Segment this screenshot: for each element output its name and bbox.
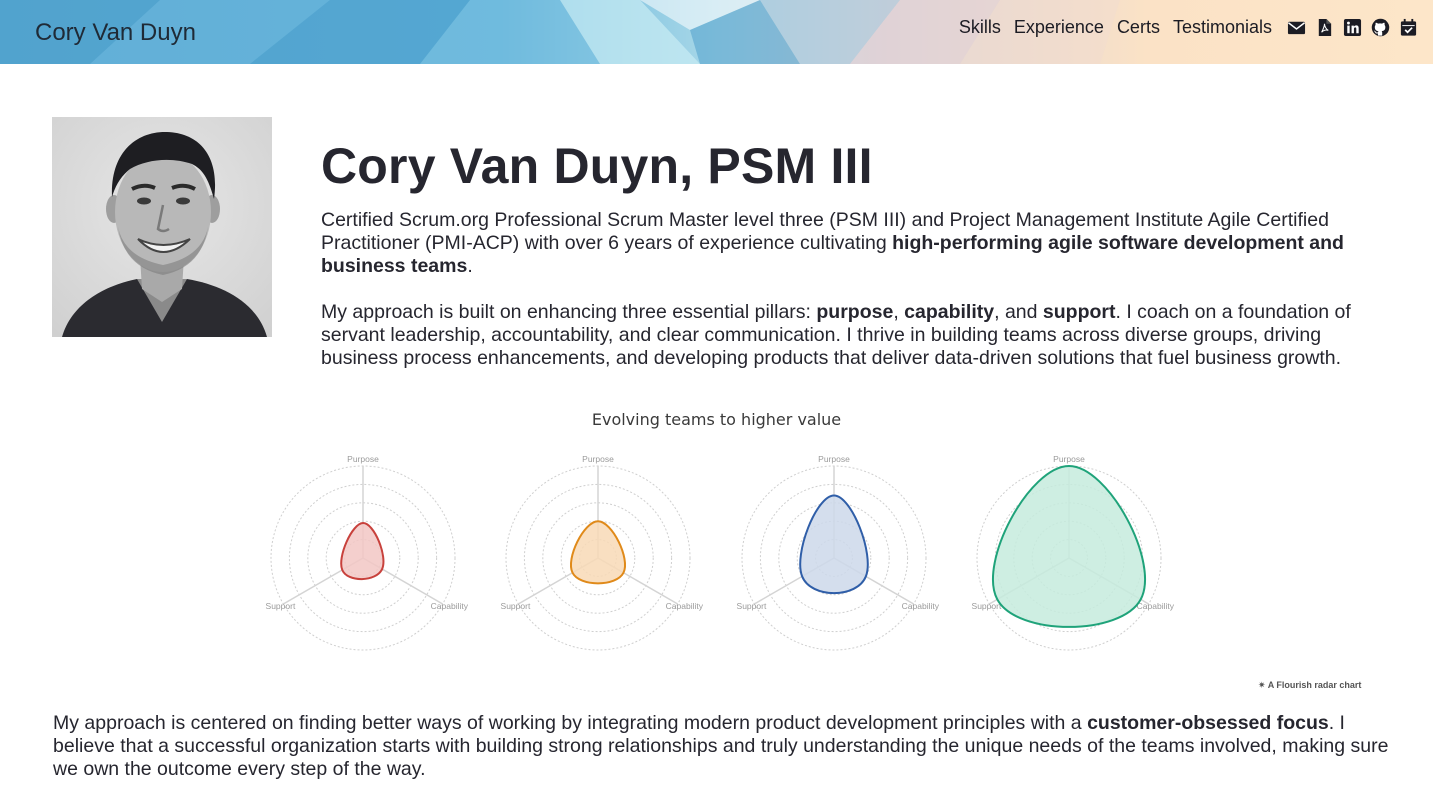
- radar-axis-label: Purpose: [582, 454, 614, 464]
- radar-axis-label: Support: [501, 601, 531, 611]
- github-icon[interactable]: [1371, 18, 1390, 37]
- envelope-icon[interactable]: [1287, 18, 1306, 37]
- nav-menu: Skills Experience Certs Testimonials: [946, 17, 1418, 38]
- radar-axis-label: Purpose: [818, 454, 850, 464]
- nav-link-skills[interactable]: Skills: [959, 17, 1001, 38]
- radar-axis-label: Capability: [902, 601, 940, 611]
- radar-series-shape: [991, 464, 1147, 628]
- brand-link[interactable]: Cory Van Duyn: [35, 19, 196, 47]
- intro-paragraph-1: Certified Scrum.org Professional Scrum M…: [321, 209, 1344, 277]
- radar-axis-label: Purpose: [1053, 454, 1085, 464]
- pdf-file-icon[interactable]: [1315, 18, 1334, 37]
- profile-photo: [52, 117, 272, 337]
- chart-title: Evolving teams to higher value: [591, 410, 842, 429]
- nav-link-experience[interactable]: Experience: [1014, 17, 1104, 38]
- radar-axis-label: Capability: [666, 601, 704, 611]
- approach-text: My approach is centered on finding bette…: [53, 712, 1389, 780]
- radar-chart: Purpose Capability Support Purpose Capabilit…: [266, 454, 1175, 651]
- radar-axis-label: Purpose: [347, 454, 379, 464]
- page-title: Cory Van Duyn, PSM III: [321, 138, 873, 194]
- radar-axis-label: Support: [266, 601, 296, 611]
- calendar-check-icon[interactable]: [1399, 18, 1418, 37]
- radar-series-shape: [340, 522, 385, 581]
- radar-series-shape: [570, 520, 626, 585]
- navbar: Cory Van Duyn Skills Experience Certs Te…: [0, 0, 1433, 64]
- intro-paragraph-2: My approach is built on enhancing three …: [321, 301, 1351, 369]
- nav-link-testimonials[interactable]: Testimonials: [1173, 17, 1272, 38]
- intro-text: Certified Scrum.org Professional Scrum M…: [321, 209, 1391, 393]
- radar-series-shape: [799, 494, 869, 595]
- flourish-credit[interactable]: ✷ A Flourish radar chart: [1258, 680, 1361, 691]
- radar-axis-label: Capability: [431, 601, 469, 611]
- radar-axis-label: Support: [737, 601, 767, 611]
- radar-axis-label: Capability: [1137, 601, 1175, 611]
- flourish-icon: ✷: [1258, 680, 1268, 690]
- radar-axis-label: Support: [972, 601, 1002, 611]
- linkedin-icon[interactable]: [1343, 18, 1362, 37]
- nav-link-certs[interactable]: Certs: [1117, 17, 1160, 38]
